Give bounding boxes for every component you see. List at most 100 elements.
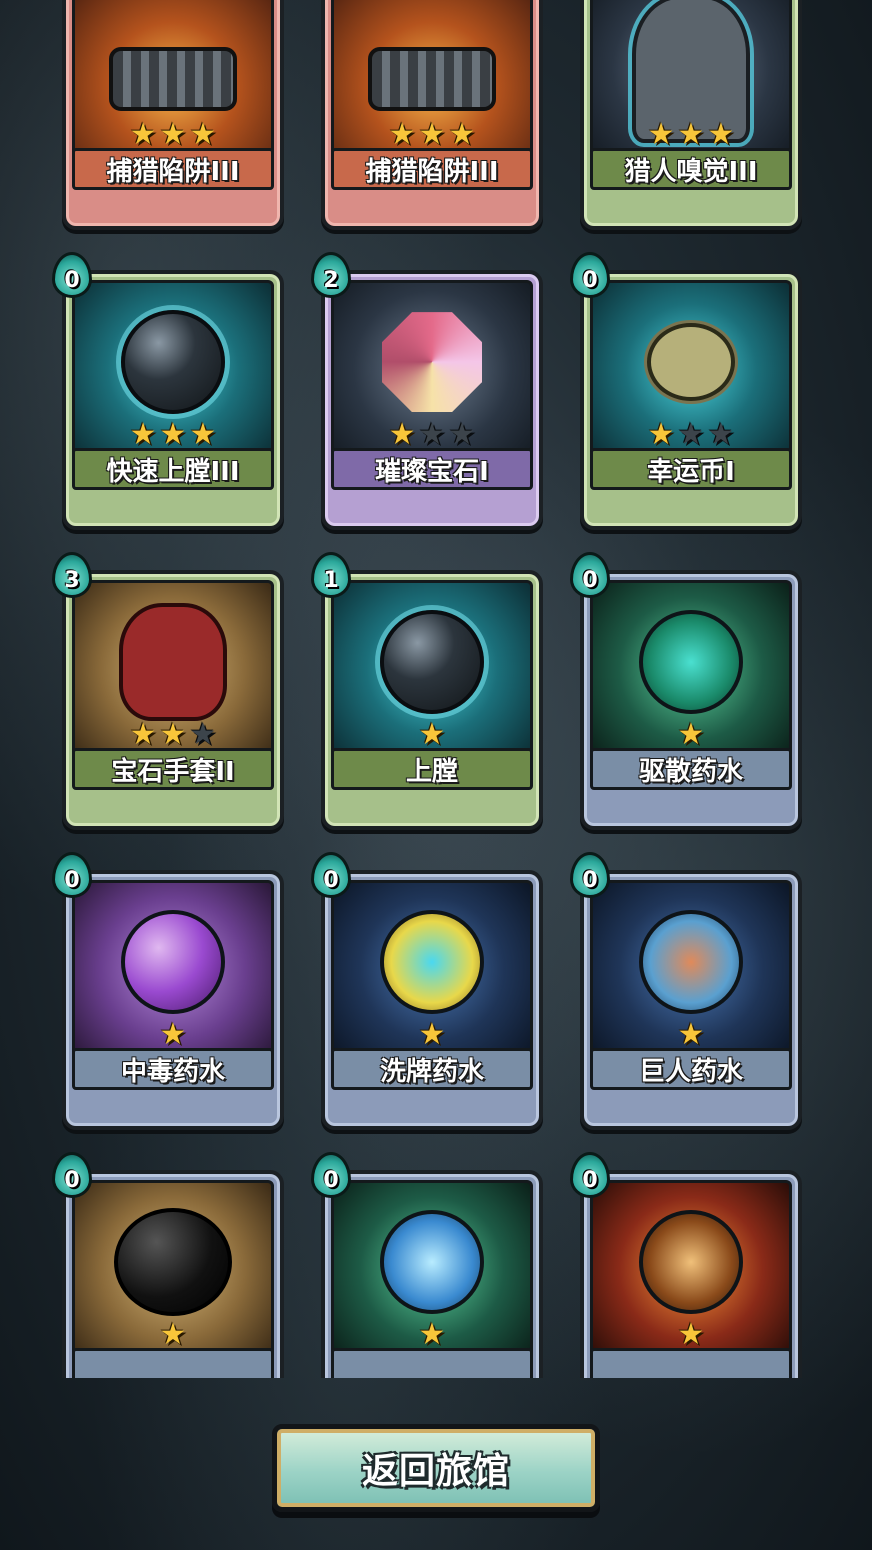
skill-card[interactable]: 0 ★ 洗牌药水 (311, 852, 543, 1130)
swirl-potion-icon (639, 610, 743, 715)
cost-badge: 0 (570, 852, 610, 898)
star-filled-icon: ★ (418, 717, 446, 752)
card-name: 猎人嗅觉III (590, 148, 792, 190)
star-rating: ★ ★ ★ (325, 120, 539, 150)
cost-badge: 1 (311, 552, 351, 598)
skill-card[interactable]: 0 ★ (52, 1152, 284, 1378)
card-name: 宝石手套II (72, 748, 274, 790)
star-empty-icon: ★ (677, 417, 705, 452)
star-filled-icon: ★ (159, 717, 187, 752)
cost-value: 2 (323, 268, 339, 293)
cost-value: 0 (582, 1168, 598, 1193)
skill-card[interactable]: 0 ★ (570, 1152, 802, 1378)
bomb-icon (114, 1208, 232, 1317)
shuffle-potion-icon (380, 910, 484, 1015)
star-empty-icon: ★ (448, 417, 476, 452)
cost-badge: 0 (311, 1152, 351, 1198)
skill-card[interactable]: 1 ★ 上膛 (311, 552, 543, 830)
cost-badge: 0 (52, 1152, 92, 1198)
card-list-viewport[interactable]: ★ ★ ★ 捕猎陷阱III ★ ★ ★ 捕猎陷阱III ★ ★ ★ 猎人嗅觉III 0 ★ ★ ★ 快速上膛II… (0, 0, 872, 1378)
cost-badge: 0 (570, 552, 610, 598)
cost-value: 3 (64, 568, 80, 593)
card-name: 上膛 (331, 748, 533, 790)
star-filled-icon: ★ (159, 417, 187, 452)
skill-card[interactable]: 0 ★ 中毒药水 (52, 852, 284, 1130)
skill-card[interactable]: 0 ★ ★ ★ 幸运币I (570, 252, 802, 530)
card-name: 捕猎陷阱III (331, 148, 533, 190)
double-cannonball-icon (380, 610, 484, 715)
cost-value: 0 (323, 868, 339, 893)
star-rating: ★ (584, 1320, 798, 1350)
star-rating: ★ ★ ★ (66, 420, 280, 450)
star-rating: ★ (325, 720, 539, 750)
card-name: 巨人药水 (590, 1048, 792, 1090)
cost-value: 1 (323, 568, 339, 593)
card-name: 幸运币I (590, 448, 792, 490)
star-rating: ★ ★ ★ (584, 120, 798, 150)
card-name (590, 1348, 792, 1378)
card-name: 捕猎陷阱III (72, 148, 274, 190)
skill-card[interactable]: ★ ★ ★ 捕猎陷阱III (321, 0, 543, 230)
star-rating: ★ ★ ★ (584, 420, 798, 450)
cost-value: 0 (64, 1168, 80, 1193)
skill-card[interactable]: 3 ★ ★ ★ 宝石手套II (52, 552, 284, 830)
card-grid: ★ ★ ★ 捕猎陷阱III ★ ★ ★ 捕猎陷阱III ★ ★ ★ 猎人嗅觉III 0 ★ ★ ★ 快速上膛II… (52, 0, 806, 1378)
bear-trap-icon (368, 47, 496, 112)
star-empty-icon: ★ (189, 717, 217, 752)
star-filled-icon: ★ (707, 117, 735, 152)
cost-badge: 0 (52, 852, 92, 898)
star-empty-icon: ★ (418, 417, 446, 452)
star-filled-icon: ★ (418, 1317, 446, 1352)
star-filled-icon: ★ (647, 117, 675, 152)
fire-potion-icon (639, 1210, 743, 1315)
cost-value: 0 (582, 268, 598, 293)
star-filled-icon: ★ (129, 717, 157, 752)
ice-potion-icon (380, 1210, 484, 1315)
card-name (331, 1348, 533, 1378)
skill-card[interactable]: ★ ★ ★ 捕猎陷阱III (62, 0, 284, 230)
cost-value: 0 (582, 568, 598, 593)
card-name: 璀璨宝石I (331, 448, 533, 490)
skill-card[interactable]: 0 ★ (311, 1152, 543, 1378)
star-filled-icon: ★ (418, 117, 446, 152)
skill-card[interactable]: ★ ★ ★ 猎人嗅觉III (580, 0, 802, 230)
star-rating: ★ (66, 1020, 280, 1050)
skill-card[interactable]: 0 ★ ★ ★ 快速上膛III (52, 252, 284, 530)
star-empty-icon: ★ (707, 417, 735, 452)
star-rating: ★ (66, 1320, 280, 1350)
cost-badge: 3 (52, 552, 92, 598)
card-name: 驱散药水 (590, 748, 792, 790)
skill-card[interactable]: 2 ★ ★ ★ 璀璨宝石I (311, 252, 543, 530)
return-to-inn-button[interactable]: 返回旅馆 (272, 1424, 600, 1512)
star-rating: ★ (584, 720, 798, 750)
star-filled-icon: ★ (448, 117, 476, 152)
star-rating: ★ (325, 1320, 539, 1350)
star-filled-icon: ★ (677, 1017, 705, 1052)
star-filled-icon: ★ (129, 417, 157, 452)
skill-card[interactable]: 0 ★ 巨人药水 (570, 852, 802, 1130)
cost-badge: 0 (52, 252, 92, 298)
star-rating: ★ (584, 1020, 798, 1050)
card-name: 洗牌药水 (331, 1048, 533, 1090)
star-filled-icon: ★ (388, 117, 416, 152)
star-filled-icon: ★ (388, 417, 416, 452)
skill-card[interactable]: 0 ★ 驱散药水 (570, 552, 802, 830)
gem-gauntlet-icon (119, 603, 227, 722)
star-filled-icon: ★ (159, 1017, 187, 1052)
star-filled-icon: ★ (677, 117, 705, 152)
star-filled-icon: ★ (189, 417, 217, 452)
star-filled-icon: ★ (677, 717, 705, 752)
gem-icon (382, 312, 482, 413)
star-rating: ★ ★ ★ (66, 720, 280, 750)
star-filled-icon: ★ (159, 117, 187, 152)
star-rating: ★ ★ ★ (66, 120, 280, 150)
star-rating: ★ ★ ★ (325, 420, 539, 450)
star-filled-icon: ★ (647, 417, 675, 452)
cost-badge: 0 (311, 852, 351, 898)
giant-potion-icon (639, 910, 743, 1015)
bear-trap-icon (109, 47, 237, 112)
star-filled-icon: ★ (189, 117, 217, 152)
cost-value: 0 (64, 868, 80, 893)
cannonball-icon (121, 310, 225, 415)
cost-badge: 0 (570, 1152, 610, 1198)
